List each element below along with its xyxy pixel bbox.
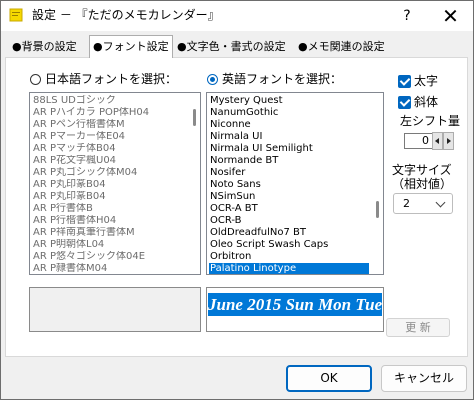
window-title: 設定 － 『ただのメモカレンダー』	[32, 8, 220, 22]
tab-font[interactable]: ●フォント設定	[89, 35, 173, 58]
scrollbar-thumb[interactable]	[376, 201, 379, 218]
list-item[interactable]: AR P行書体B	[32, 203, 186, 215]
italic-label: 斜体	[414, 95, 439, 109]
font-size-label: 文字サイズ	[392, 163, 452, 177]
english-list-scrollbar[interactable]	[371, 93, 383, 274]
title-bar[interactable]: 設定 － 『ただのメモカレンダー』 ? ✕	[1, 1, 473, 31]
radio-off-icon	[30, 74, 41, 85]
list-item[interactable]: AR P丸ゴシック体M04	[32, 167, 186, 179]
list-item[interactable]: Nirmala UI	[209, 131, 369, 143]
scrollbar-thumb[interactable]	[193, 109, 196, 126]
list-item[interactable]: AR P花文字楓U04	[32, 155, 186, 167]
left-shift-value[interactable]: 0	[404, 133, 432, 149]
english-font-radio[interactable]: 英語フォントを選択：	[207, 72, 342, 87]
list-item[interactable]: 88LS UDゴシック	[32, 95, 186, 107]
list-item[interactable]: NanumGothic	[209, 107, 369, 119]
list-item[interactable]: Oleo Script Swash Caps	[209, 239, 369, 251]
font-size-select[interactable]: 2	[393, 193, 453, 214]
list-item[interactable]: OldDreadfulNo7 BT	[209, 227, 369, 239]
chevron-down-icon	[435, 197, 446, 208]
update-button[interactable]: 更 新	[386, 318, 450, 337]
list-item[interactable]: Mystery Quest	[209, 95, 369, 107]
list-item[interactable]: OCR-B	[209, 215, 369, 227]
list-item[interactable]: AR Pハイカラ POP体H04	[32, 107, 186, 119]
english-font-list[interactable]: Mystery Quest NanumGothic Niconne Nirmal…	[206, 92, 384, 275]
preview-sample-text: June 2015 Sun Mon Tue	[208, 293, 382, 316]
list-item-selected[interactable]: Palatino Linotype	[209, 263, 369, 274]
left-shift-increment[interactable]	[443, 132, 454, 150]
tab-memo[interactable]: ●メモ関連の設定	[298, 37, 385, 57]
list-item[interactable]: AR P明朝体L04	[32, 239, 186, 251]
ok-button[interactable]: OK	[286, 365, 372, 392]
font-size-value: 2	[403, 197, 410, 210]
settings-dialog: 設定 － 『ただのメモカレンダー』 ? ✕ ●背景の設定 ●フォント設定 ●文字…	[0, 0, 474, 400]
list-item[interactable]: AR P丸印篆B04	[32, 191, 186, 203]
japanese-font-radio[interactable]: 日本語フォントを選択：	[30, 72, 177, 87]
list-item[interactable]: AR Pマーカー体E04	[32, 131, 186, 143]
japanese-font-list[interactable]: 88LS UDゴシック AR Pハイカラ POP体H04 AR Pペン行楷書体M…	[29, 92, 201, 275]
bold-checkbox[interactable]: 太字	[398, 74, 438, 88]
list-item[interactable]: AR P祥南真筆行書体M	[32, 227, 186, 239]
arrow-left-icon	[435, 138, 439, 144]
italic-checkbox[interactable]: 斜体	[398, 95, 438, 109]
left-shift-decrement[interactable]	[432, 132, 443, 150]
list-item[interactable]: Normande BT	[209, 155, 369, 167]
left-shift-label: 左シフト量	[400, 114, 461, 128]
list-item[interactable]: AR Pペン行楷書体M	[32, 119, 186, 131]
list-item[interactable]: Nirmala UI Semilight	[209, 143, 369, 155]
list-item[interactable]: OCR-A BT	[209, 203, 369, 215]
japanese-list-scrollbar[interactable]	[188, 93, 200, 274]
list-item[interactable]: NSimSun	[209, 191, 369, 203]
english-font-radio-label: 英語フォントを選択：	[222, 72, 343, 86]
list-item[interactable]: Nosifer	[209, 167, 369, 179]
checkmark-icon	[398, 95, 411, 109]
list-item[interactable]: Niconne	[209, 119, 369, 131]
list-item[interactable]: AR P行楷書体H04	[32, 215, 186, 227]
close-button[interactable]: ✕	[428, 1, 473, 31]
list-item[interactable]: AR P悠々ゴシック体04E	[32, 251, 186, 263]
font-size-sublabel: （相対値）	[392, 177, 453, 191]
checkmark-icon	[398, 74, 411, 88]
tab-text-color-format[interactable]: ●文字色・書式の設定	[177, 37, 286, 57]
arrow-right-icon	[447, 138, 451, 144]
list-item[interactable]: AR P隷書体M04	[32, 263, 186, 274]
cancel-button[interactable]: キャンセル	[381, 365, 467, 392]
preview-box-left	[29, 287, 201, 332]
preview-box-right: June 2015 Sun Mon Tue	[206, 287, 384, 332]
tab-background[interactable]: ●背景の設定	[12, 37, 77, 57]
list-item[interactable]: AR Pマッチ体B04	[32, 143, 186, 155]
list-item[interactable]: Orbitron	[209, 251, 369, 263]
app-icon	[9, 8, 23, 22]
radio-on-icon	[207, 74, 218, 85]
list-item[interactable]: Noto Sans	[209, 179, 369, 191]
list-item[interactable]: AR P丸印篆B04	[32, 179, 186, 191]
japanese-font-radio-label: 日本語フォントを選択：	[45, 72, 178, 86]
bold-label: 太字	[414, 74, 439, 88]
help-button[interactable]: ?	[387, 1, 427, 31]
